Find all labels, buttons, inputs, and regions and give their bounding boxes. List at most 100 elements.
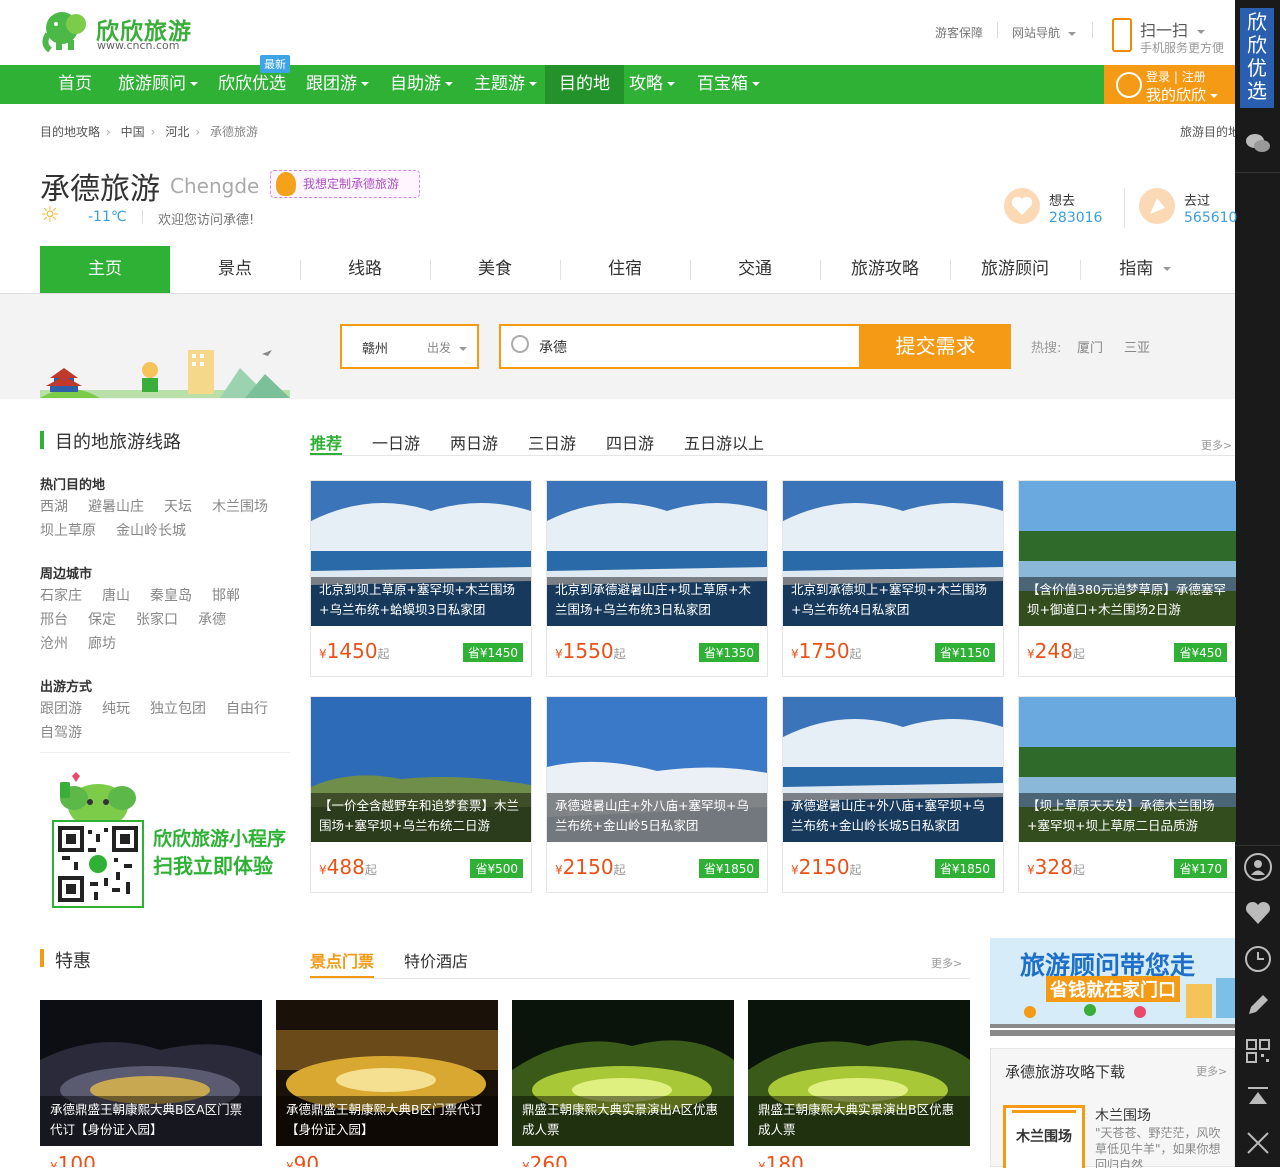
city-link[interactable]: 保定 — [88, 609, 116, 629]
specials-more-link[interactable]: 更多> — [931, 955, 962, 971]
edit-pencil-icon[interactable] — [1243, 990, 1273, 1020]
heart-icon[interactable] — [1243, 898, 1273, 928]
tab-transport[interactable]: 交通 — [690, 246, 820, 293]
route-title: 承德避暑山庄+外八庙+塞罕坝+乌兰布统+金山岭5日私家团 — [547, 793, 767, 842]
route-card[interactable]: 北京到承德避暑山庄+坝上草原+木兰围场+乌兰布统3日私家团 ¥1550起 省¥1… — [546, 480, 768, 677]
destination-link[interactable]: 西湖 — [40, 496, 68, 516]
travel-mode-link[interactable]: 自驾游 — [40, 722, 82, 742]
route-tab-3day[interactable]: 三日游 — [528, 430, 576, 454]
qr-code-icon[interactable] — [1243, 1036, 1273, 1066]
balloon-icon — [276, 172, 296, 196]
scan-subtitle: 手机服务更方便 — [1140, 41, 1225, 55]
destination-link[interactable]: 木兰围场 — [212, 496, 268, 516]
register-link[interactable]: 注册 — [1182, 70, 1206, 84]
tab-travel-guide[interactable]: 旅游攻略 — [820, 246, 950, 293]
user-icon[interactable] — [1243, 852, 1273, 882]
route-card[interactable]: 【含价值380元追梦草原】承德塞罕坝+御道口+木兰围场2日游 ¥248起 省¥4… — [1018, 480, 1236, 677]
want-heart-icon[interactable] — [1004, 188, 1040, 224]
route-tab-1day[interactable]: 一日游 — [372, 430, 420, 454]
destination-link[interactable]: 金山岭长城 — [116, 520, 186, 540]
route-card[interactable]: 承德避暑山庄+外八庙+塞罕坝+乌兰布统+金山岭5日私家团 ¥2150起 省¥18… — [546, 696, 768, 893]
nav-guide[interactable]: 攻略 — [615, 65, 689, 104]
my-account-link[interactable]: 我的欣欣 — [1146, 84, 1219, 105]
tab-routes[interactable]: 线路 — [300, 246, 430, 293]
nav-self-guided[interactable]: 自助游 — [376, 65, 467, 104]
submit-request-button[interactable]: 提交需求 — [860, 324, 1011, 369]
departure-city: 赣州 — [362, 342, 389, 357]
tab-tickets[interactable]: 景点门票 — [310, 948, 374, 972]
breadcrumb-item[interactable]: 目的地攻略 — [40, 125, 100, 139]
savings-badge: 省¥1350 — [698, 643, 759, 662]
route-card[interactable]: 北京到承德坝上+塞罕坝+木兰围场+乌兰布统4日私家团 ¥1750起 省¥1150 — [782, 480, 1004, 677]
route-tab-recommend[interactable]: 推荐 — [310, 430, 342, 454]
nav-toolbox[interactable]: 百宝箱 — [683, 65, 774, 104]
route-tab-4day[interactable]: 四日游 — [606, 430, 654, 454]
guarantee-link[interactable]: 游客保障 — [935, 24, 983, 41]
tab-home[interactable]: 主页 — [40, 246, 170, 293]
city-link[interactable]: 石家庄 — [40, 585, 82, 605]
ticket-card[interactable]: 鼎盛王朝康熙大典实景演出B区优惠成人票 ¥180 — [748, 1000, 970, 1167]
route-tab-5day-plus[interactable]: 五日游以上 — [684, 430, 764, 454]
destination-link[interactable]: 天坛 — [164, 496, 192, 516]
close-icon[interactable] — [1243, 1128, 1273, 1158]
guide-book-cover[interactable]: 木兰围场 — [1003, 1105, 1085, 1168]
savings-badge: 省¥170 — [1174, 859, 1227, 878]
city-link[interactable]: 承德 — [198, 609, 226, 629]
login-links: 登录 | 注册 — [1146, 70, 1206, 84]
sidebar-promo[interactable]: 欣欣优选 — [1240, 8, 1274, 108]
city-link[interactable]: 沧州 — [40, 633, 68, 653]
breadcrumb-item[interactable]: 河北 — [165, 125, 189, 139]
city-link[interactable]: 唐山 — [102, 585, 130, 605]
routes-more-link[interactable]: 更多> — [1201, 437, 1232, 453]
tab-guidebook[interactable]: 指南 — [1080, 246, 1210, 293]
tab-hotels[interactable]: 特价酒店 — [404, 948, 468, 972]
ticket-card[interactable]: 承德鼎盛王朝康熙大典B区A区门票代订【身份证入园】 ¥100 — [40, 1000, 262, 1167]
departure-select[interactable]: 赣州 出发 — [340, 324, 479, 369]
back-to-top-icon[interactable] — [1243, 1082, 1273, 1112]
tab-attractions[interactable]: 景点 — [170, 246, 300, 293]
route-price: ¥2150起 — [555, 855, 626, 879]
travel-mode-link[interactable]: 独立包团 — [150, 698, 206, 718]
hot-search-link[interactable]: 三亚 — [1124, 337, 1150, 356]
elephant-logo-icon[interactable] — [40, 8, 92, 54]
tab-food[interactable]: 美食 — [430, 246, 560, 293]
nav-group-tour[interactable]: 跟团游 — [292, 65, 383, 104]
destination-link[interactable]: 坝上草原 — [40, 520, 96, 540]
tab-lodging[interactable]: 住宿 — [560, 246, 690, 293]
search-input[interactable] — [539, 336, 839, 358]
destination-link[interactable]: 避暑山庄 — [88, 496, 144, 516]
city-link[interactable]: 廊坊 — [88, 633, 116, 653]
city-link[interactable]: 邢台 — [40, 609, 68, 629]
nav-destination[interactable]: 目的地 — [545, 65, 624, 104]
nav-theme-tour[interactable]: 主题游 — [460, 65, 551, 104]
chevron-right-icon: › — [195, 125, 201, 139]
history-clock-icon[interactable] — [1243, 944, 1273, 974]
nav-advisor[interactable]: 旅游顾问 — [104, 65, 212, 104]
travel-mode-link[interactable]: 纯玩 — [102, 698, 130, 718]
login-link[interactable]: 登录 — [1146, 70, 1170, 84]
advisor-banner[interactable]: 旅游顾问带您走 省钱就在家门口 — [990, 938, 1235, 1036]
tab-advisor[interactable]: 旅游顾问 — [950, 246, 1080, 293]
travel-mode-link[interactable]: 自由行 — [226, 698, 268, 718]
route-tab-2day[interactable]: 两日游 — [450, 430, 498, 454]
guide-book-title[interactable]: 木兰围场 — [1095, 1105, 1151, 1125]
city-link[interactable]: 秦皇岛 — [150, 585, 192, 605]
ticket-card[interactable]: 承德鼎盛王朝康熙大典B区门票代订【身份证入园】 ¥90 — [276, 1000, 498, 1167]
route-card[interactable]: 【坝上草原天天发】承德木兰围场+塞罕坝+坝上草原二日品质游 ¥328起 省¥17… — [1018, 696, 1236, 893]
city-link[interactable]: 张家口 — [136, 609, 178, 629]
scan-title[interactable]: 扫一扫 — [1140, 17, 1206, 41]
site-nav-link[interactable]: 网站导航 — [1012, 24, 1076, 41]
city-link[interactable]: 邯郸 — [212, 585, 240, 605]
nav-home[interactable]: 首页 — [44, 65, 106, 104]
route-card[interactable]: 北京到坝上草原+塞罕坝+木兰围场+乌兰布统+蛤蟆坝3日私家团 ¥1450起 省¥… — [310, 480, 532, 677]
hot-search-link[interactable]: 厦门 — [1077, 337, 1103, 356]
route-card[interactable]: 承德避暑山庄+外八庙+塞罕坝+乌兰布统+金山岭长城5日私家团 ¥2150起 省¥… — [782, 696, 1004, 893]
route-card[interactable]: 【一价全含越野车和追梦套票】木兰围场+塞罕坝+乌兰布统二日游 ¥488起 省¥5… — [310, 696, 532, 893]
breadcrumb-right-link[interactable]: 旅游目的地 — [1180, 123, 1235, 140]
breadcrumb-item[interactable]: 中国 — [121, 125, 145, 139]
guide-more-link[interactable]: 更多> — [1196, 1063, 1227, 1079]
ticket-card[interactable]: 鼎盛王朝康熙大典实景演出A区优惠成人票 ¥260 — [512, 1000, 734, 1167]
been-flag-icon[interactable] — [1139, 188, 1175, 224]
travel-mode-link[interactable]: 跟团游 — [40, 698, 82, 718]
wechat-icon[interactable] — [1243, 128, 1273, 158]
